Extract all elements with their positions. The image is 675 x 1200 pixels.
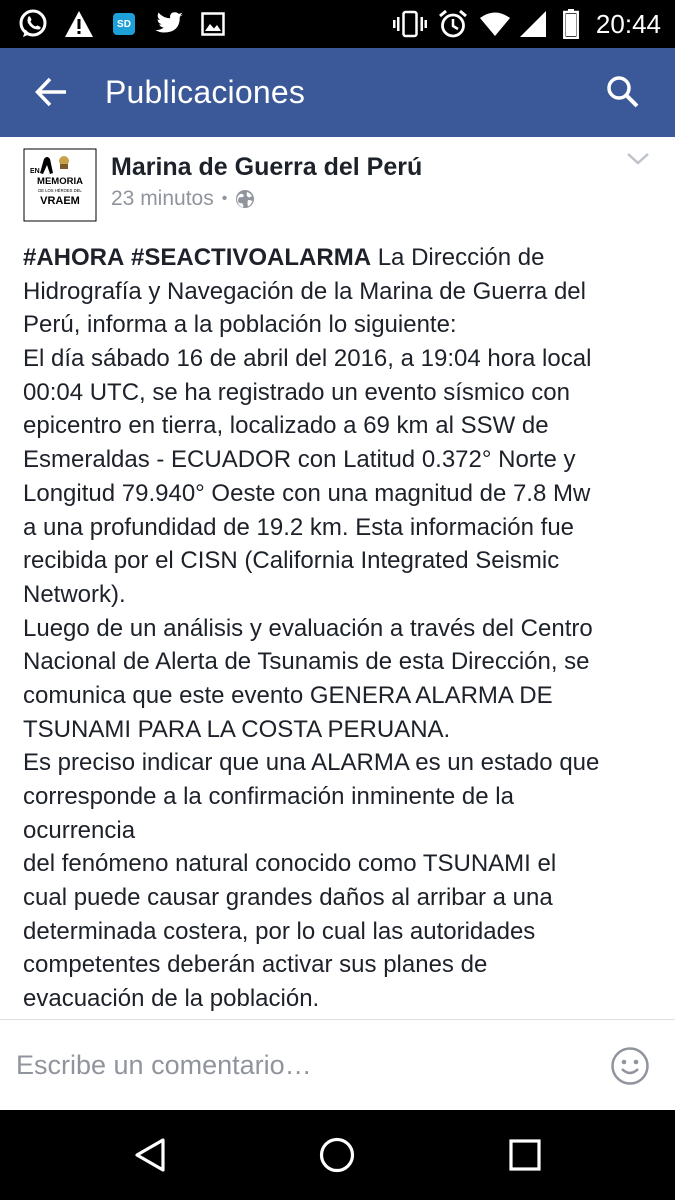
search-button[interactable] (599, 68, 647, 116)
post-body-line: Es preciso indicar que una ALARMA es un … (23, 749, 600, 777)
post-card: EN MEMORIA DE LOS HÉROES DEL VRAEM Marin… (0, 137, 675, 1019)
nav-recents-button[interactable] (505, 1135, 545, 1175)
twitter-icon (152, 8, 186, 40)
recents-square-icon (509, 1139, 541, 1171)
avatar[interactable]: EN MEMORIA DE LOS HÉROES DEL VRAEM (22, 147, 98, 223)
search-icon (607, 76, 639, 108)
avatar-text-memoria: MEMORIA (37, 176, 83, 187)
back-arrow-icon (35, 77, 66, 107)
post-body-line: recibida por el CISN (California Integra… (23, 547, 560, 575)
avatar-logo: EN MEMORIA DE LOS HÉROES DEL VRAEM (22, 147, 98, 223)
post-timestamp[interactable]: 23 minutos (111, 187, 214, 211)
comment-input[interactable] (16, 1020, 576, 1111)
post-body-line: a una profundidad de 19.2 km. Esta infor… (23, 513, 575, 541)
post-body-line: Nacional de Alerta de Tsunamis de esta D… (23, 648, 590, 676)
post-body-line: cual puede causar grandes daños al arrib… (23, 884, 553, 912)
post-body-line: Luego de un análisis y evaluación a trav… (23, 614, 593, 642)
post-body-line: competentes deberán activar sus planes d… (23, 951, 488, 979)
emoji-button[interactable] (610, 1046, 650, 1086)
post-body-line: corresponde a la confirmación inminente … (23, 783, 514, 810)
post-body-line: Longitud 79.940° Oeste con una magnitud … (23, 479, 591, 507)
vibrate-icon (392, 8, 428, 40)
alert-icon (63, 8, 95, 40)
hashtag-link[interactable]: #SEACTIVOALARMA (131, 244, 371, 271)
post-body-line: 00:04 UTC, se ha registrado un evento sí… (23, 378, 570, 406)
back-button[interactable] (26, 68, 78, 116)
sd-badge: SD (113, 13, 135, 35)
app-bar: Publicaciones (0, 48, 675, 137)
battery-icon (562, 8, 580, 40)
status-time: 20:44 (595, 9, 661, 39)
avatar-text-small: DE LOS HÉROES DEL (38, 188, 82, 193)
hashtag-link[interactable]: #AHORA (23, 244, 124, 271)
post-body-line: El día sábado 16 de abril del 2016, a 19… (23, 345, 592, 373)
public-globe-icon (236, 190, 255, 208)
post-options-button[interactable] (625, 149, 651, 169)
smiley-icon (611, 1047, 649, 1085)
page-title: Publicaciones (105, 74, 306, 110)
nav-home-button[interactable] (317, 1135, 357, 1175)
chevron-down-icon (627, 153, 649, 165)
post-body-text: La Dirección de (371, 244, 545, 271)
wifi-icon (478, 8, 512, 40)
comment-bar (0, 1019, 675, 1111)
post-author-name[interactable]: Marina de Guerra del Perú (111, 153, 422, 182)
post-body: #AHORA #SEACTIVOALARMA La Dirección de H… (23, 241, 653, 1016)
post-body-line: Hidrografía y Navegación de la Marina de… (23, 277, 586, 305)
system-nav-bar (0, 1110, 675, 1200)
alarm-icon (437, 8, 469, 40)
post-body-line: del fenómeno natural conocido como TSUNA… (23, 850, 557, 878)
post-body-line: #AHORA #SEACTIVOALARMA La Dirección de (23, 241, 653, 275)
home-circle-icon (319, 1137, 355, 1173)
post-body-line: Perú, informa a la población lo siguient… (23, 311, 457, 339)
post-body-line: Esmeraldas - ECUADOR con Latitud 0.372° … (23, 446, 576, 474)
avatar-text-vraem: VRAEM (40, 195, 80, 207)
post-body-line: TSUNAMI PARA LA COSTA PERUANA. (23, 715, 451, 743)
nav-back-button[interactable] (130, 1135, 170, 1175)
back-triangle-icon (135, 1138, 165, 1172)
status-bar: SD 20:44 (0, 0, 675, 48)
post-body-line: Network). (23, 580, 126, 608)
meta-separator: • (221, 190, 228, 207)
post-body-line: comunica que este evento GENERA ALARMA D… (23, 681, 553, 709)
post-meta: 23 minutos • (111, 185, 255, 213)
sd-card-icon: SD (112, 8, 136, 40)
signal-icon (518, 8, 548, 40)
image-icon (200, 8, 226, 40)
whatsapp-icon (16, 8, 50, 40)
avatar-text-en: EN (30, 168, 40, 175)
post-body-line: evacuación de la población. (23, 985, 320, 1013)
post-body-line: epicentro en tierra, localizado a 69 km … (23, 412, 549, 440)
post-body-line: determinada costera, por lo cual las aut… (23, 917, 536, 945)
post-body-line: ocurrencia (23, 816, 136, 844)
